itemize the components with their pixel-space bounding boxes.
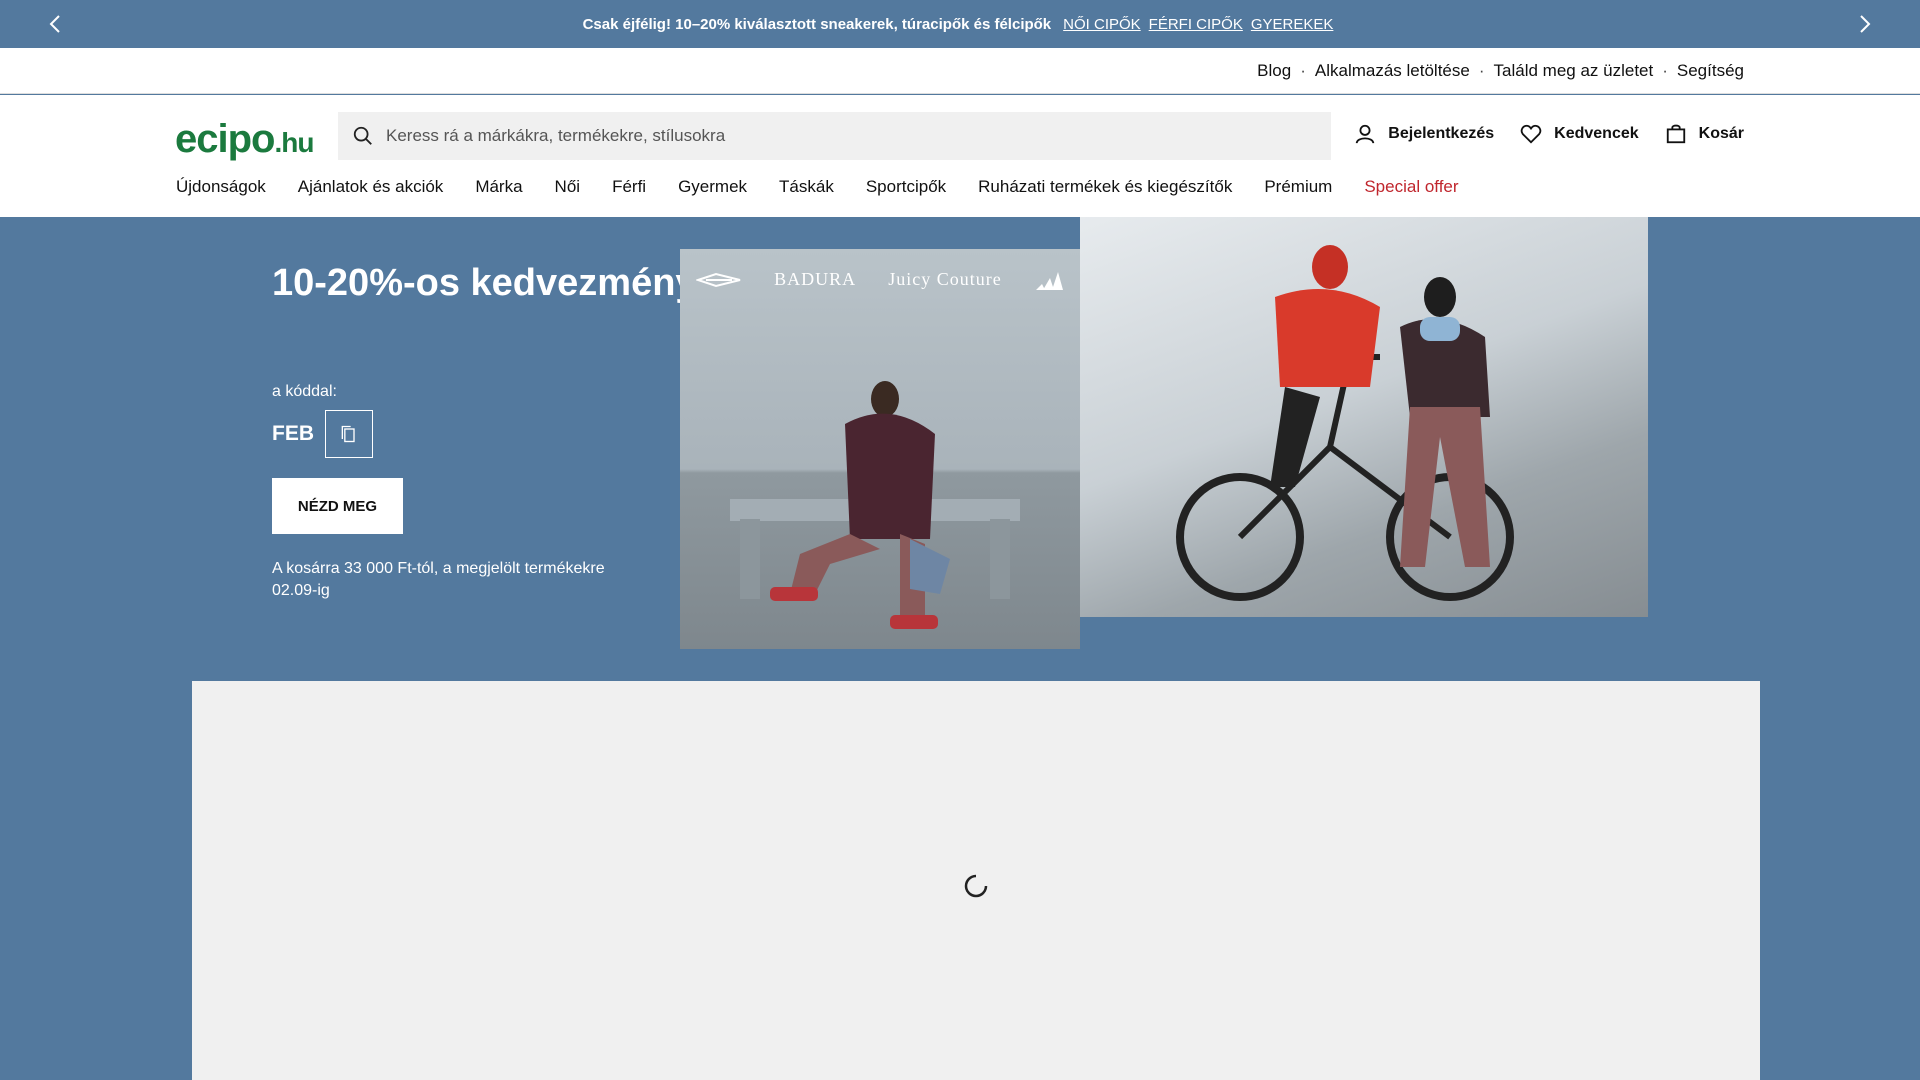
user-icon [1356, 124, 1375, 144]
loading-spinner-icon [964, 874, 988, 898]
login-label: Bejelentkezés [1388, 125, 1495, 142]
nav-item-women[interactable]: Női [555, 177, 581, 197]
heart-icon [1520, 124, 1542, 144]
separator: · [1662, 60, 1668, 80]
nav-item-special-offer[interactable]: Special offer [1364, 177, 1458, 197]
search-icon [353, 126, 372, 145]
offer-terms: A kosárra 33 000 Ft-tól, a megjelölt ter… [272, 560, 605, 599]
main-nav: Újdonságok Ajánlatok és akciók Márka Női… [176, 177, 1491, 197]
favorites-button[interactable]: Kedvencek [1520, 123, 1639, 145]
nav-item-bags[interactable]: Táskák [779, 177, 834, 197]
util-link-blog[interactable]: Blog [1257, 61, 1291, 81]
logo-tld: .hu [274, 127, 314, 158]
nav-item-kids[interactable]: Gyermek [678, 177, 747, 197]
search-bar[interactable] [338, 112, 1331, 160]
promo-bar: Csak éjfélig! 10–20% kiválasztott sneake… [0, 0, 1920, 48]
search-input[interactable] [386, 126, 1331, 146]
see-offer-button[interactable]: NÉZD MEG [272, 478, 403, 534]
chevron-left-icon[interactable] [44, 12, 68, 36]
separator: · [1300, 60, 1306, 80]
bag-icon [1666, 124, 1685, 144]
hero-figure-seated [730, 381, 1020, 629]
cart-button[interactable]: Kosár [1665, 123, 1744, 145]
login-button[interactable]: Bejelentkezés [1354, 123, 1494, 145]
copy-icon [341, 425, 355, 443]
utility-bar: Blog · Alkalmazás letöltése · Találd meg… [0, 48, 1920, 94]
hero-image-bench[interactable]: BADURA Juicy Couture [680, 249, 1080, 649]
hero-figures-bicycle [1176, 245, 1514, 601]
promo-message: Csak éjfélig! 10–20% kiválasztott sneake… [582, 15, 1052, 33]
promo-link-men[interactable]: FÉRFI CIPŐK [1149, 16, 1243, 33]
nav-item-premium[interactable]: Prémium [1264, 177, 1332, 197]
cart-label: Kosár [1698, 125, 1744, 142]
hero-title: 10-20%-os kedvezmények [272, 262, 739, 304]
promo-link-women[interactable]: NŐI CIPŐK [1063, 16, 1141, 33]
site-header: ecipo.hu Bejelentkezés Kedvencek Kosár Ú… [0, 95, 1920, 217]
util-link-app[interactable]: Alkalmazás letöltése [1315, 61, 1470, 81]
util-link-help[interactable]: Segítség [1677, 61, 1744, 81]
nav-item-clothing[interactable]: Ruházati termékek és kiegészítők [978, 177, 1232, 197]
nav-item-men[interactable]: Férfi [612, 177, 646, 197]
nav-item-sneakers[interactable]: Sportcipők [866, 177, 946, 197]
promo-link-kids[interactable]: GYEREKEK [1251, 16, 1334, 33]
util-link-store[interactable]: Találd meg az üzletet [1494, 61, 1654, 81]
chevron-right-icon[interactable] [1852, 12, 1876, 36]
logo-main: ecipo [175, 117, 275, 161]
code-label: a kóddal: [272, 383, 337, 400]
header-actions: Bejelentkezés Kedvencek Kosár [1328, 123, 1744, 145]
discount-code: FEB [272, 422, 314, 445]
nav-item-new[interactable]: Újdonságok [176, 177, 266, 197]
favorites-label: Kedvencek [1554, 125, 1639, 142]
nav-item-offers[interactable]: Ajánlatok és akciók [298, 177, 444, 197]
nav-item-brand[interactable]: Márka [475, 177, 522, 197]
hero-image-bicycle[interactable] [1080, 217, 1648, 617]
logo[interactable]: ecipo.hu [175, 117, 314, 162]
copy-code-button[interactable] [325, 410, 373, 458]
separator: · [1478, 60, 1485, 80]
